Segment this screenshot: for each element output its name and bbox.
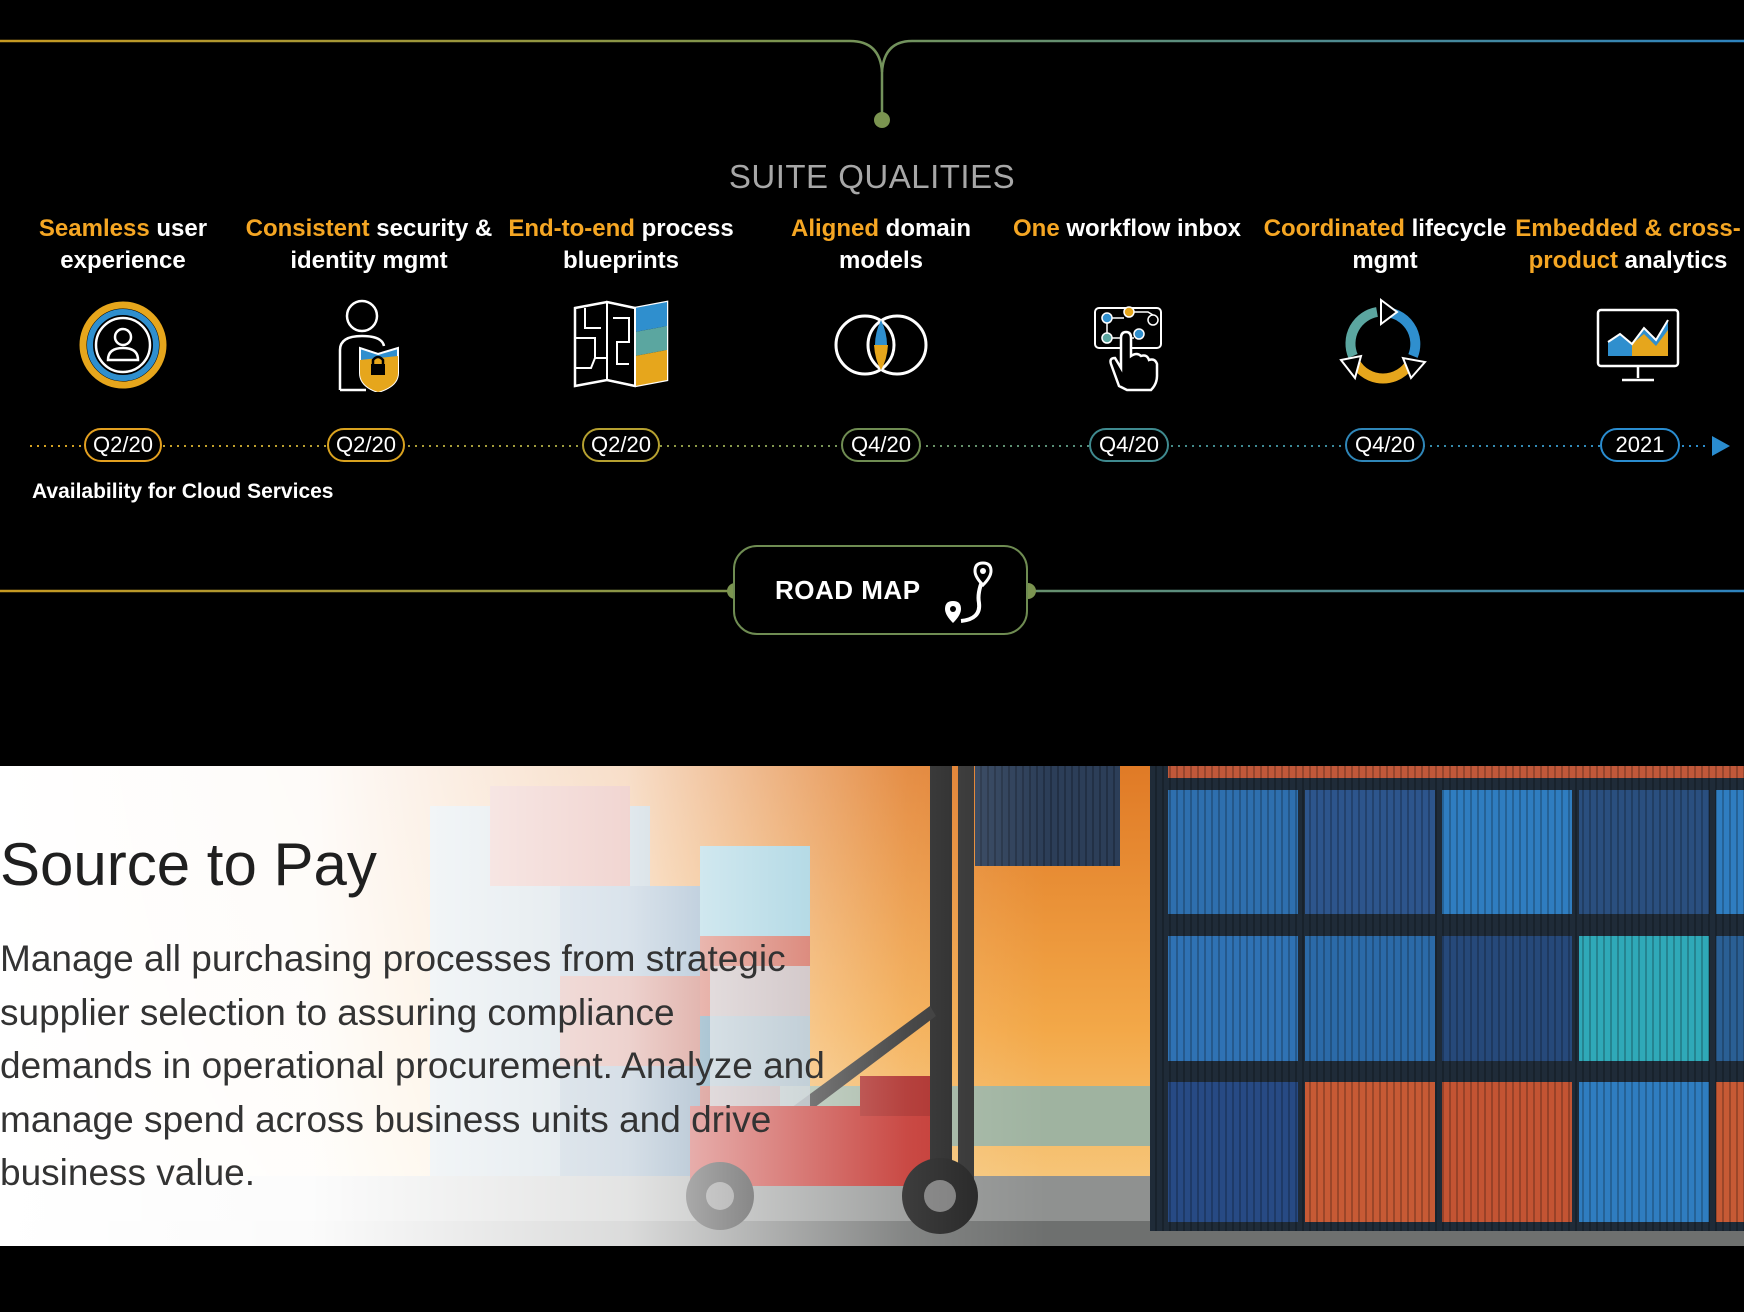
availability-pill-q4-20: Q4/20: [1089, 428, 1169, 462]
source-to-pay-section: Source to Pay Manage all purchasing proc…: [0, 766, 1744, 1246]
quality-coordinated: Coordinated lifecycle mgmt: [1260, 213, 1510, 277]
section-heading: Source to Pay: [0, 831, 377, 898]
user-circle-icon: [79, 301, 167, 389]
quality-one-workflow: One workflow inbox: [1002, 213, 1252, 245]
user-shield-icon: [338, 299, 399, 392]
quality-highlight: Aligned: [790, 215, 879, 242]
bottom-band: [0, 1246, 1744, 1312]
quality-highlight: Seamless: [38, 215, 150, 242]
workflow-touch-icon: [1094, 306, 1162, 392]
availability-pill-2021: 2021: [1600, 428, 1680, 462]
quality-highlight: Coordinated: [1263, 215, 1405, 242]
section-title: SUITE QUALITIES: [728, 158, 1016, 195]
availability-pill-q2-20: Q2/20: [582, 428, 660, 462]
quality-aligned: Aligned domain models: [756, 213, 1006, 277]
quality-highlight: Consistent: [245, 215, 370, 242]
availability-label: Availability for Cloud Services: [32, 480, 334, 503]
availability-pill-q4-20: Q4/20: [1345, 428, 1425, 462]
quality-text: workflow inbox: [1059, 215, 1242, 242]
quality-seamless: Seamless user experience: [0, 213, 248, 277]
analytics-monitor-icon: [1596, 308, 1680, 382]
road-map-label: ROAD MAP: [775, 575, 921, 605]
quality-end-to-end: End-to-end process blueprints: [496, 213, 746, 277]
availability-pill-q4-20: Q4/20: [841, 428, 921, 462]
quality-embedded: Embedded & cross-product analytics: [1512, 213, 1744, 277]
quality-highlight: One: [1012, 215, 1060, 242]
quality-text: analytics: [1617, 247, 1728, 274]
map-icon: [573, 300, 669, 388]
road-map-button[interactable]: ROAD MAP: [733, 545, 1028, 635]
quality-consistent: Consistent security & identity mgmt: [244, 213, 494, 277]
quality-highlight: End-to-end: [508, 215, 635, 242]
lifecycle-arrows-icon: [1339, 298, 1427, 384]
overlapping-circles-icon: [834, 314, 928, 376]
availability-pill-q2-20: Q2/20: [84, 428, 162, 462]
section-description: Manage all purchasing processes from str…: [0, 938, 825, 1193]
roadmap-section: SUITE QUALITIES Seamless user experience…: [0, 0, 1744, 766]
route-pin-icon: [945, 561, 993, 623]
availability-pill-q2-20: Q2/20: [327, 428, 405, 462]
